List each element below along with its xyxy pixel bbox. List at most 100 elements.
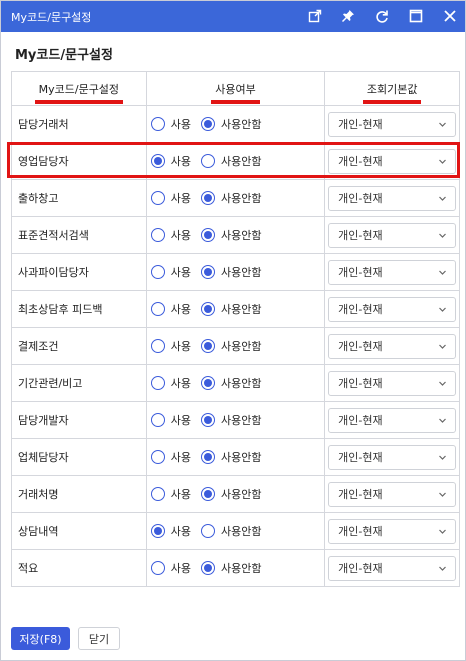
default-select[interactable]: 개인-현재	[328, 407, 457, 433]
default-select-cell: 개인-현재	[325, 402, 460, 438]
radio-button[interactable]	[150, 302, 165, 316]
use-radio-group: 사용 사용안함	[150, 338, 272, 354]
radio-button[interactable]	[150, 376, 165, 390]
default-select[interactable]: 개인-현재	[328, 333, 457, 359]
maximize-icon[interactable]	[407, 7, 425, 25]
radio-use[interactable]: 사용	[150, 153, 201, 169]
radio-use[interactable]: 사용	[150, 264, 201, 280]
radio-use[interactable]: 사용	[150, 486, 201, 502]
use-radio-cell: 사용 사용안함	[147, 254, 326, 290]
row-name: 적요	[18, 562, 39, 575]
radio-button[interactable]	[200, 524, 215, 538]
radio-use[interactable]: 사용	[150, 116, 201, 132]
row-name-cell: 최초상담후 피드백	[12, 291, 147, 327]
radio-use[interactable]: 사용	[150, 338, 201, 354]
radio-button[interactable]	[150, 524, 165, 538]
default-select-value: 개인-현재	[338, 192, 383, 205]
radio-use[interactable]: 사용	[150, 560, 201, 576]
radio-button[interactable]	[150, 117, 165, 131]
radio-unuse[interactable]: 사용안함	[200, 338, 271, 354]
close-icon[interactable]	[441, 7, 459, 25]
radio-button[interactable]	[150, 339, 165, 353]
radio-button[interactable]	[200, 302, 215, 316]
radio-button[interactable]	[200, 117, 215, 131]
default-select[interactable]: 개인-현재	[328, 370, 457, 396]
refresh-icon[interactable]	[373, 7, 391, 25]
radio-button[interactable]	[150, 561, 165, 575]
radio-button[interactable]	[150, 191, 165, 205]
radio-unuse[interactable]: 사용안함	[200, 523, 271, 539]
row-name-cell: 상담내역	[12, 513, 147, 549]
default-select-value: 개인-현재	[338, 562, 383, 575]
radio-use[interactable]: 사용	[150, 227, 201, 243]
radio-unuse[interactable]: 사용안함	[200, 264, 271, 280]
column-header-code: My코드/문구설정	[12, 72, 147, 105]
radio-use[interactable]: 사용	[150, 190, 201, 206]
radio-button[interactable]	[200, 191, 215, 205]
radio-button[interactable]	[150, 228, 165, 242]
default-select[interactable]: 개인-현재	[328, 259, 457, 285]
use-radio-group: 사용 사용안함	[150, 412, 272, 428]
table-row: 상담내역 사용 사용안함 개인-현재	[12, 513, 460, 550]
radio-button[interactable]	[200, 265, 215, 279]
default-select-cell: 개인-현재	[325, 476, 460, 512]
use-radio-cell: 사용 사용안함	[147, 365, 326, 401]
radio-unuse[interactable]: 사용안함	[200, 153, 271, 169]
radio-button[interactable]	[150, 265, 165, 279]
pin-icon[interactable]	[339, 7, 357, 25]
table-row: 기간관련/비고 사용 사용안함 개인-현재	[12, 365, 460, 402]
row-name-cell: 기간관련/비고	[12, 365, 147, 401]
radio-button[interactable]	[200, 413, 215, 427]
chevron-down-icon	[439, 159, 447, 164]
radio-unuse[interactable]: 사용안함	[200, 449, 271, 465]
radio-button[interactable]	[150, 450, 165, 464]
radio-button[interactable]	[150, 154, 165, 168]
default-select[interactable]: 개인-현재	[328, 481, 457, 507]
table-row: 표준견적서검색 사용 사용안함 개인-현재	[12, 217, 460, 254]
radio-button[interactable]	[200, 487, 215, 501]
radio-button[interactable]	[200, 561, 215, 575]
radio-button[interactable]	[200, 376, 215, 390]
close-button[interactable]: 닫기	[78, 627, 120, 650]
radio-use[interactable]: 사용	[150, 523, 201, 539]
radio-use[interactable]: 사용	[150, 301, 201, 317]
radio-unuse[interactable]: 사용안함	[200, 190, 271, 206]
table-body: 담당거래처 사용 사용안함 개인-현재 영업담당자 사용 사용안함 개인-현재 출하창고 사용 사용…	[12, 106, 460, 587]
radio-button[interactable]	[200, 228, 215, 242]
radio-use[interactable]: 사용	[150, 375, 201, 391]
radio-button[interactable]	[150, 413, 165, 427]
radio-use[interactable]: 사용	[150, 449, 201, 465]
radio-unuse[interactable]: 사용안함	[200, 375, 271, 391]
radio-unuse[interactable]: 사용안함	[200, 486, 271, 502]
default-select-value: 개인-현재	[338, 488, 383, 501]
default-select[interactable]: 개인-현재	[328, 555, 457, 581]
default-select[interactable]: 개인-현재	[328, 185, 457, 211]
radio-use-label: 사용	[170, 229, 191, 242]
radio-use[interactable]: 사용	[150, 412, 201, 428]
radio-button[interactable]	[200, 154, 215, 168]
radio-unuse[interactable]: 사용안함	[200, 301, 271, 317]
radio-button[interactable]	[150, 487, 165, 501]
radio-button[interactable]	[200, 339, 215, 353]
radio-button[interactable]	[200, 450, 215, 464]
default-select[interactable]: 개인-현재	[328, 111, 457, 137]
radio-unuse[interactable]: 사용안함	[200, 116, 271, 132]
radio-unuse[interactable]: 사용안함	[200, 412, 271, 428]
open-external-icon[interactable]	[306, 7, 324, 25]
row-name-cell: 사과파이담당자	[12, 254, 147, 290]
default-select[interactable]: 개인-현재	[328, 518, 457, 544]
radio-use-label: 사용	[170, 562, 191, 575]
save-button[interactable]: 저장(F8)	[11, 627, 70, 650]
radio-use-label: 사용	[170, 266, 191, 279]
default-select[interactable]: 개인-현재	[328, 444, 457, 470]
use-radio-cell: 사용 사용안함	[147, 217, 326, 253]
radio-unuse[interactable]: 사용안함	[200, 560, 271, 576]
default-select[interactable]: 개인-현재	[328, 296, 457, 322]
row-name: 상담내역	[18, 525, 59, 538]
use-radio-group: 사용 사용안함	[150, 190, 272, 206]
use-radio-group: 사용 사용안함	[150, 227, 272, 243]
default-select[interactable]: 개인-현재	[328, 222, 457, 248]
default-select[interactable]: 개인-현재	[328, 148, 457, 174]
radio-unuse[interactable]: 사용안함	[200, 227, 271, 243]
row-name: 업체담당자	[18, 451, 69, 464]
